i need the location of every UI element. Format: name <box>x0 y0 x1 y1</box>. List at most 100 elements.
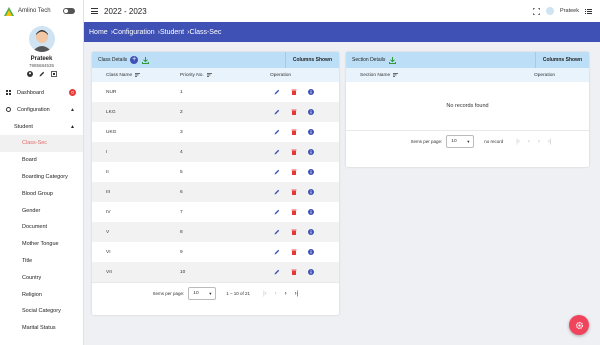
delete-icon[interactable] <box>291 129 297 135</box>
nav-dashboard[interactable]: Dashboard 0 <box>0 84 83 101</box>
items-per-page-label: Items per page: <box>153 291 185 296</box>
username[interactable]: Prateek <box>560 8 579 14</box>
sidebar-item-social-category[interactable]: Social Category <box>0 303 83 320</box>
fullscreen-icon[interactable] <box>533 7 541 15</box>
prev-page-icon[interactable]: ‹ <box>528 139 530 145</box>
breadcrumb-configuration[interactable]: ›Configuration <box>111 29 155 36</box>
priority-cell: 3 <box>180 129 183 135</box>
info-icon[interactable] <box>308 129 314 135</box>
sort-icon[interactable] <box>135 73 141 77</box>
info-icon[interactable] <box>308 89 314 95</box>
class-paginator: Items per page: 10 ▼ 1 – 10 of 21 |‹ ‹ › … <box>92 282 339 304</box>
section-paginator: Items per page: 10 ▼ no record |‹ ‹ › ›| <box>346 130 589 152</box>
breadcrumb-home[interactable]: Home <box>89 29 108 36</box>
operation-cell <box>264 209 314 215</box>
info-icon[interactable] <box>308 189 314 195</box>
operation-cell <box>264 169 314 175</box>
edit-icon[interactable] <box>274 209 280 215</box>
priority-cell: 8 <box>180 229 183 235</box>
sidebar-item-label: Gender <box>22 207 41 214</box>
delete-icon[interactable] <box>291 209 297 215</box>
list-icon[interactable] <box>585 8 592 15</box>
info-icon[interactable] <box>308 169 314 175</box>
info-icon[interactable] <box>308 109 314 115</box>
table-row: IV 7 <box>92 202 339 222</box>
chevron-down-icon: ▼ <box>208 291 213 296</box>
info-icon[interactable] <box>308 209 314 215</box>
priority-cell: 10 <box>180 269 186 275</box>
sort-icon[interactable] <box>393 73 399 77</box>
avatar[interactable] <box>28 26 55 52</box>
sidebar-item-religion[interactable]: Religion <box>0 286 83 303</box>
sidebar-item-board[interactable]: Board <box>0 152 83 169</box>
breadcrumb-student[interactable]: ›Student <box>158 29 184 36</box>
columns-shown-button[interactable]: Columns Shown <box>534 52 589 68</box>
delete-icon[interactable] <box>291 189 297 195</box>
nav-configuration[interactable]: Configuration ▲ <box>0 101 83 118</box>
notification-badge: 0 <box>69 89 76 96</box>
delete-icon[interactable] <box>291 269 297 275</box>
sidebar-item-marital-status[interactable]: Marital Status <box>0 320 83 337</box>
last-page-icon[interactable]: ›| <box>548 139 552 145</box>
menu-icon[interactable] <box>91 8 98 14</box>
sidebar-item-document[interactable]: Document <box>0 219 83 236</box>
edit-icon[interactable] <box>274 249 280 255</box>
sidebar-item-gender[interactable]: Gender <box>0 202 83 219</box>
sidebar-item-class-sec[interactable]: Class-Sec <box>0 135 83 152</box>
edit-icon[interactable] <box>274 229 280 235</box>
edit-icon[interactable] <box>274 129 280 135</box>
edit-icon[interactable] <box>274 189 280 195</box>
edit-icon[interactable] <box>274 149 280 155</box>
delete-icon[interactable] <box>291 109 297 115</box>
card-title: Section Details <box>352 57 386 63</box>
download-icon[interactable] <box>142 56 150 64</box>
sidebar-item-label: Country <box>22 274 42 281</box>
sidebar-item-label: Boarding Category <box>22 173 68 180</box>
add-class-button[interactable]: + <box>130 56 139 64</box>
info-icon[interactable] <box>308 249 314 255</box>
columns-shown-button[interactable]: Columns Shown <box>284 52 339 68</box>
first-page-icon[interactable]: |‹ <box>516 139 520 145</box>
download-icon[interactable] <box>389 56 397 64</box>
next-page-icon[interactable]: › <box>285 291 287 297</box>
next-page-icon[interactable]: › <box>538 139 540 145</box>
nav-student[interactable]: Student ▲ <box>0 118 83 135</box>
last-page-icon[interactable]: ›| <box>295 291 299 297</box>
column-header-section-name[interactable]: Section Name <box>360 73 390 78</box>
user-avatar[interactable] <box>546 7 555 15</box>
delete-icon[interactable] <box>291 249 297 255</box>
operation-cell <box>264 229 314 235</box>
sidebar-item-mother-tongue[interactable]: Mother Tongue <box>0 236 83 253</box>
user-icon[interactable] <box>26 71 33 77</box>
sort-icon[interactable] <box>206 73 212 77</box>
column-header-class-name[interactable]: Class Name <box>106 73 132 78</box>
sidebar-item-blood-group[interactable]: Blood Group <box>0 185 83 202</box>
brand-name: Amlino Tech <box>18 8 51 14</box>
sidebar-item-label: Marital Status <box>22 325 56 332</box>
edit-icon[interactable] <box>39 71 45 77</box>
delete-icon[interactable] <box>291 169 297 175</box>
first-page-icon[interactable]: |‹ <box>263 291 267 297</box>
page-size-select[interactable]: 10 ▼ <box>446 135 475 148</box>
edit-icon[interactable] <box>274 169 280 175</box>
sidebar-item-label: Religion <box>22 291 42 298</box>
sidebar-item-label: Board <box>22 157 37 164</box>
sidebar-item-boarding-category[interactable]: Boarding Category <box>0 169 83 186</box>
theme-toggle-icon[interactable] <box>63 8 75 14</box>
info-icon[interactable] <box>308 229 314 235</box>
delete-icon[interactable] <box>291 89 297 95</box>
edit-icon[interactable] <box>274 89 280 95</box>
settings-fab-button[interactable] <box>569 315 589 335</box>
edit-icon[interactable] <box>274 109 280 115</box>
page-size-select[interactable]: 10 ▼ <box>188 287 217 300</box>
sidebar-item-country[interactable]: Country <box>0 269 83 286</box>
settings-icon[interactable] <box>50 71 57 77</box>
info-icon[interactable] <box>308 269 314 275</box>
sidebar-item-title[interactable]: Title <box>0 253 83 270</box>
column-header-priority[interactable]: Priority No. <box>180 73 204 78</box>
edit-icon[interactable] <box>274 269 280 275</box>
delete-icon[interactable] <box>291 149 297 155</box>
info-icon[interactable] <box>308 149 314 155</box>
delete-icon[interactable] <box>291 229 297 235</box>
prev-page-icon[interactable]: ‹ <box>275 291 277 297</box>
